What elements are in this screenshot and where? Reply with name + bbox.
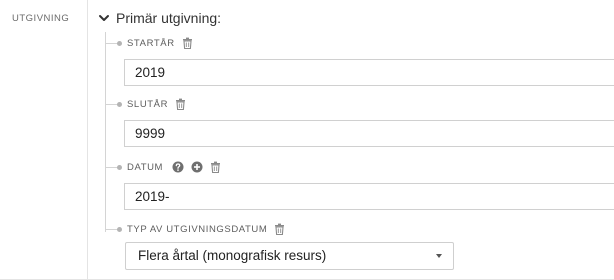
start-year-input[interactable]: 2019 [124, 59, 614, 86]
trash-icon[interactable] [274, 223, 285, 235]
end-year-label: SLUTÅR [127, 98, 169, 110]
caret-down-icon [436, 254, 442, 258]
side-label-text: UTGIVNING [12, 13, 70, 24]
section-title: Primär utgivning: [116, 10, 222, 26]
tree-branch [105, 164, 122, 170]
tree-connector [105, 32, 106, 232]
section-header[interactable]: Primär utgivning: [98, 8, 221, 28]
trash-icon[interactable] [182, 37, 193, 49]
date-input[interactable]: 2019- [124, 183, 614, 210]
date-type-select[interactable]: Flera årtal (monografisk resurs) [125, 242, 454, 270]
date-label: DATUM [127, 161, 164, 173]
section-side-label: UTGIVNING [0, 0, 88, 280]
chevron-down-icon[interactable] [98, 12, 110, 24]
date-label-row: DATUM [105, 160, 221, 174]
tree-branch [105, 226, 122, 232]
date-type-label-row: TYP AV UTGIVNINGSDATUM [105, 222, 285, 236]
end-year-label-row: SLUTÅR [105, 97, 186, 111]
tree-branch [105, 101, 122, 107]
plus-circle-icon[interactable] [191, 161, 203, 173]
end-year-input[interactable]: 9999 [124, 120, 614, 147]
date-type-field: TYP AV UTGIVNINGSDATUM [105, 222, 614, 236]
tree-branch [105, 40, 122, 46]
question-circle-icon[interactable] [172, 161, 184, 173]
start-year-label: STARTÅR [127, 37, 175, 49]
start-year-label-row: STARTÅR [105, 36, 193, 50]
trash-icon[interactable] [210, 161, 221, 173]
date-type-selected: Flera årtal (monografisk resurs) [138, 248, 327, 263]
date-type-label: TYP AV UTGIVNINGSDATUM [127, 223, 268, 235]
trash-icon[interactable] [175, 98, 186, 110]
